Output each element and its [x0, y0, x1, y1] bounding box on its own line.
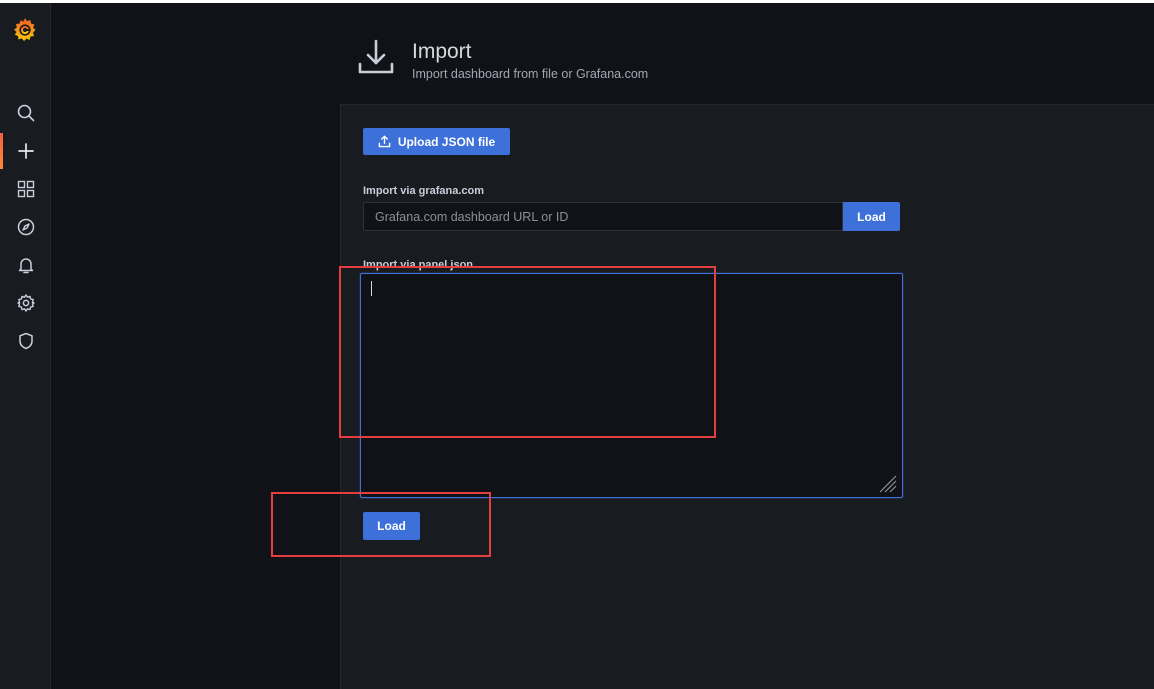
upload-json-file-button[interactable]: Upload JSON file	[363, 128, 510, 155]
page-header: Import Import dashboard from file or Gra…	[340, 3, 1154, 104]
sidebar	[0, 3, 51, 689]
shield-icon	[18, 332, 33, 350]
panel-json-label: Import via panel json	[363, 259, 474, 271]
grafana-com-url-input[interactable]	[363, 202, 843, 231]
grafana-com-label: Import via grafana.com	[363, 185, 485, 197]
grafana-logo-icon[interactable]	[11, 16, 39, 44]
plus-icon	[17, 143, 34, 159]
sidebar-item-explore[interactable]	[0, 209, 51, 245]
upload-json-file-label: Upload JSON file	[397, 134, 496, 149]
compass-icon	[17, 218, 34, 236]
import-download-icon	[358, 39, 394, 74]
sidebar-item-configuration[interactable]	[0, 285, 51, 321]
page-title: Import	[412, 40, 472, 63]
upload-icon	[378, 135, 391, 148]
panel-json-textarea[interactable]	[360, 273, 903, 498]
resize-grip-icon[interactable]	[876, 472, 898, 494]
load-grafana-com-button[interactable]: Load	[843, 202, 900, 231]
gear-icon	[16, 294, 35, 312]
search-icon	[17, 104, 34, 122]
page-subtitle: Import dashboard from file or Grafana.co…	[412, 67, 649, 81]
sidebar-item-server-admin[interactable]	[0, 323, 51, 359]
sidebar-item-search[interactable]	[0, 95, 51, 131]
text-caret	[371, 281, 372, 296]
sidebar-item-create[interactable]	[0, 133, 51, 169]
sidebar-item-dashboards[interactable]	[0, 171, 51, 207]
bell-icon	[18, 258, 33, 274]
dashboards-icon	[17, 180, 34, 198]
sidebar-item-alerting[interactable]	[0, 247, 51, 283]
load-panel-json-button[interactable]: Load	[363, 512, 420, 540]
